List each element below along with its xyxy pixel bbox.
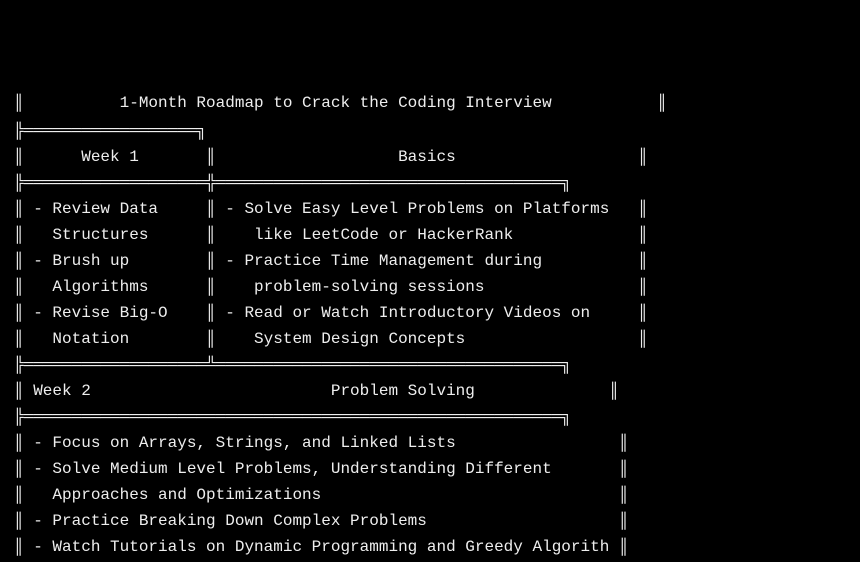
week2-header: ║ Week 2 Problem Solving ║ [14,378,846,404]
week2-content-row: ║ - Watch Tutorials on Dynamic Programmi… [14,534,846,560]
title: ║ 1-Month Roadmap to Crack the Coding In… [14,88,846,118]
week1-content-row: ║ - Revise Big-O ║ - Read or Watch Intro… [14,300,846,326]
week2-content-row: ║ - Solve Medium Level Problems, Underst… [14,456,846,482]
roadmap-document: ║ 1-Month Roadmap to Crack the Coding In… [14,88,846,560]
week2-content-row: ║ Approaches and Optimizations ║ [14,482,846,508]
week2-border: ╠═══════════════════════════════════════… [14,404,846,430]
title-under-border: ╠══════════════════╗ [14,118,846,144]
week2-content-row: ║ - Focus on Arrays, Strings, and Linked… [14,430,846,456]
week1-content-row: ║ - Brush up ║ - Practice Time Managemen… [14,248,846,274]
week1-content-row: ║ - Review Data ║ - Solve Easy Level Pro… [14,196,846,222]
week1-content-row: ║ Notation ║ System Design Concepts ║ [14,326,846,352]
week1-header: ║ Week 1 ║ Basics ║ [14,144,846,170]
week1-bottom-border: ╠═══════════════════╩═══════════════════… [14,352,846,378]
week1-content-row: ║ Algorithms ║ problem-solving sessions … [14,274,846,300]
week1-border: ╠═══════════════════╬═══════════════════… [14,170,846,196]
week2-content-row: ║ - Practice Breaking Down Complex Probl… [14,508,846,534]
week1-content-row: ║ Structures ║ like LeetCode or HackerRa… [14,222,846,248]
